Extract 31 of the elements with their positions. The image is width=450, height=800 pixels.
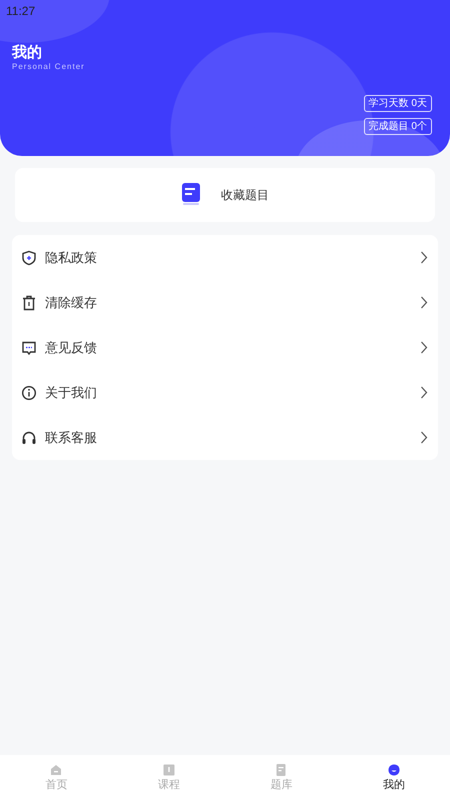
favorites-card[interactable]: 收藏题目 [15,168,435,222]
menu-label: 关于我们 [45,384,98,402]
nav-tab[interactable]: 我的 [338,755,450,800]
trash-icon [21,294,37,310]
menu-item[interactable]: 清除缓存 [12,280,438,325]
menu-item[interactable]: 联系客服 [12,415,438,460]
headset-icon [21,430,37,446]
info-icon [21,384,37,400]
chevron-right-icon [420,341,428,354]
page-title: 我的 [12,43,42,63]
favorites-label: 收藏题目 [221,187,269,204]
menu-item[interactable]: 关于我们 [12,370,438,415]
menu-item[interactable]: 隐私政策 [12,235,438,280]
menu-label: 清除缓存 [45,294,98,312]
menu-label: 联系客服 [45,428,98,447]
user-icon [386,763,401,777]
chat-icon [21,340,37,356]
home-icon [49,763,64,777]
stat-badge: 完成题目 0个 [364,118,432,135]
menu-label: 隐私政策 [45,248,98,267]
page-subtitle: Personal Center [12,61,85,73]
status-time: 11:27 [6,3,36,20]
document-icon [274,763,288,777]
menu-label: 意见反馈 [45,338,98,357]
stat-badge: 学习天数 0天 [364,95,432,112]
chevron-right-icon [420,296,428,309]
chevron-right-icon [420,386,428,399]
chevron-right-icon [420,431,428,444]
shield-icon [21,250,37,266]
menu-item[interactable]: 意见反馈 [12,325,438,370]
chevron-right-icon [420,251,428,264]
